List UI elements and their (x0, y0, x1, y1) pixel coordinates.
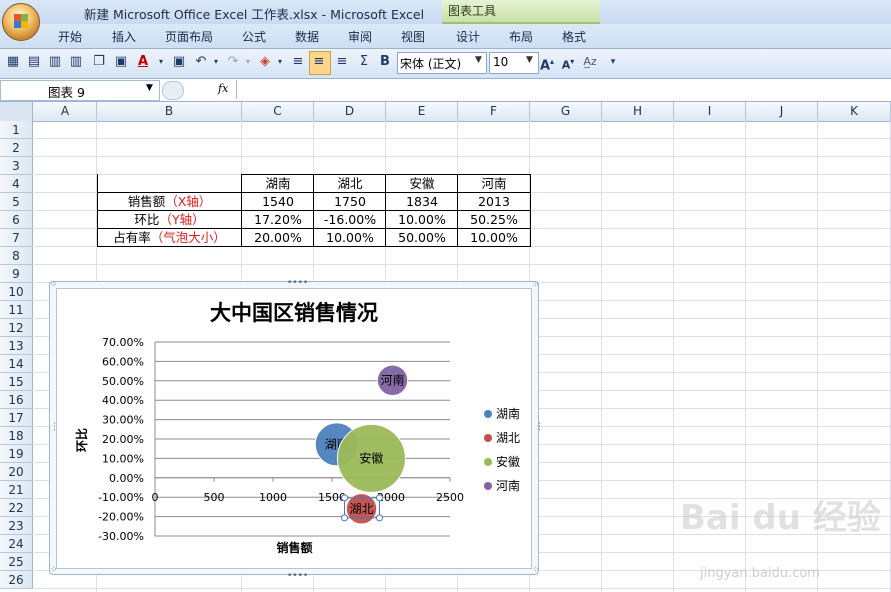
office-logo-icon (14, 14, 28, 28)
x-tick-label: 500 (204, 491, 225, 504)
office-button[interactable] (2, 3, 40, 41)
y-tick-label: 10.00% (102, 452, 144, 465)
legend-item: 湖南 (496, 406, 520, 421)
x-axis-title: 销售额 (276, 540, 312, 555)
bubble-label: 河南 (381, 372, 405, 387)
x-tick-label: 2500 (436, 491, 464, 504)
legend-item: 湖北 (496, 430, 520, 445)
bubble-label: 安徽 (359, 450, 383, 465)
selection-handle-icon (376, 514, 383, 522)
legend-marker (484, 410, 492, 418)
y-tick-label: 40.00% (102, 394, 144, 407)
watermark-url: jingyan.baidu.com (700, 566, 820, 581)
selection-handle-icon (341, 494, 348, 502)
selection-handle-icon (376, 494, 383, 502)
y-tick-label: 30.00% (102, 414, 144, 427)
x-tick-label: 0 (152, 491, 159, 504)
y-tick-label: 60.00% (102, 355, 144, 368)
legend-marker (484, 434, 492, 442)
y-tick-label: -30.00% (98, 530, 144, 543)
legend-item: 河南 (496, 478, 520, 493)
bubble-label: 湖北 (349, 501, 373, 516)
y-tick-label: 20.00% (102, 433, 144, 446)
y-axis-title: 环比 (74, 428, 89, 452)
y-tick-label: 70.00% (102, 336, 144, 349)
y-tick-label: -20.00% (98, 511, 144, 524)
y-tick-label: 50.00% (102, 375, 144, 388)
legend-item: 安徽 (496, 454, 520, 469)
baidu-watermark: Bai du 经验 (680, 498, 881, 538)
selection-handle-icon (341, 514, 348, 522)
y-tick-label: 0.00% (109, 472, 144, 485)
legend-marker (484, 482, 492, 490)
legend-marker (484, 458, 492, 466)
x-tick-label: 1000 (259, 491, 287, 504)
y-tick-label: -10.00% (98, 491, 144, 504)
